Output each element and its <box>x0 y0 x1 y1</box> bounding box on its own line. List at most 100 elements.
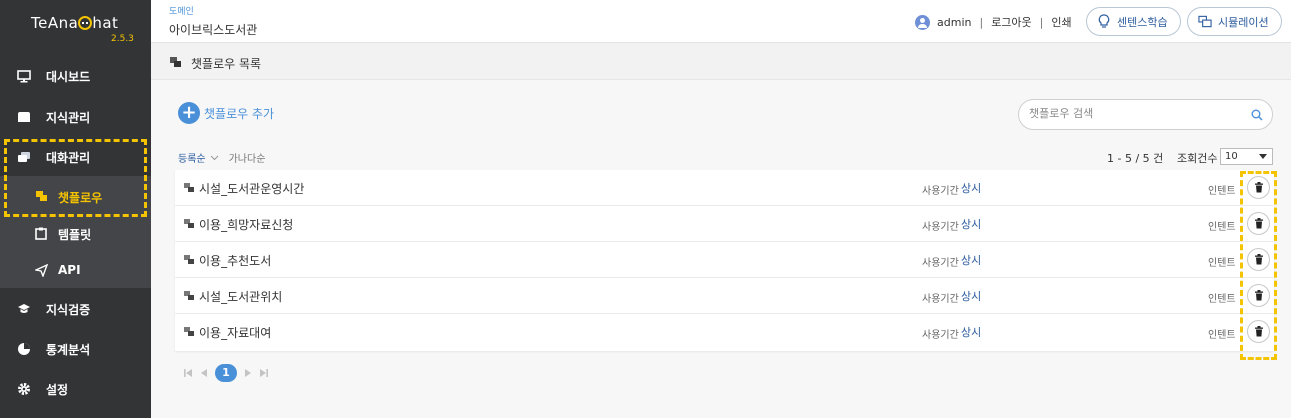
delete-button[interactable] <box>1247 248 1270 271</box>
sidebar-item-label: 설정 <box>46 382 69 397</box>
period-label: 사용기간 <box>922 330 959 341</box>
last-page-icon[interactable] <box>259 368 269 378</box>
graduation-cap-icon <box>17 302 31 316</box>
sentence-learning-button[interactable]: 센텐스학습 <box>1086 7 1181 36</box>
sidebar-item-dashboard[interactable]: 대시보드 <box>0 57 151 95</box>
chatflow-name[interactable]: 시설_도서관위치 <box>199 288 282 305</box>
sidebar-item-knowledge[interactable]: 지식관리 <box>0 98 151 136</box>
intent-label: 인텐트 <box>1208 294 1236 305</box>
simulation-button[interactable]: 시뮬레이션 <box>1187 7 1282 36</box>
period-value: 상시 <box>961 218 982 231</box>
caret-down-icon <box>1259 154 1267 159</box>
page-number-current[interactable]: 1 <box>215 364 237 382</box>
folder-icon <box>17 110 31 124</box>
divider: | <box>1039 15 1044 29</box>
logo-text: TeAna hat <box>31 14 119 32</box>
page-size-select[interactable]: 10 <box>1220 148 1273 165</box>
print-link[interactable]: 인쇄 <box>1051 14 1071 30</box>
divider: | <box>979 15 984 29</box>
lightbulb-icon <box>1097 14 1111 29</box>
period-label: 사용기간 <box>922 186 959 197</box>
table-row[interactable]: 시설_도서관위치 사용기간 상시 인텐트 <box>175 278 1274 314</box>
table-row[interactable]: 이용_추천도서 사용기간 상시 인텐트 <box>175 242 1274 278</box>
domain-selector[interactable]: 아이브릭스도서관 <box>169 21 257 38</box>
sidebar-item-label: 템플릿 <box>58 228 92 242</box>
app-logo[interactable]: TeAna hat 2.5.3 <box>31 14 141 46</box>
search-input[interactable] <box>1029 107 1229 120</box>
trash-icon <box>1255 254 1263 265</box>
table-row[interactable]: 이용_자료대여 사용기간 상시 인텐트 <box>175 314 1274 350</box>
sidebar-item-template[interactable]: 템플릿 <box>0 215 151 252</box>
chatflow-name[interactable]: 이용_자료대여 <box>199 324 271 341</box>
monitor-icon <box>17 69 31 83</box>
intent-label: 인텐트 <box>1208 222 1236 233</box>
sidebar: TeAna hat 2.5.3 대시보드 지식관리 대화관리 챗플로우 템플릿 … <box>0 0 151 418</box>
gear-icon <box>17 382 31 396</box>
send-icon <box>33 263 49 278</box>
next-page-icon[interactable] <box>243 368 253 378</box>
username[interactable]: admin <box>937 16 971 29</box>
period-value: 상시 <box>961 254 982 267</box>
pagination: 1 <box>183 364 275 382</box>
first-page-icon[interactable] <box>183 368 193 378</box>
page-size-label: 조회건수 <box>1177 152 1218 165</box>
flow-icon <box>35 190 49 204</box>
sidebar-item-settings[interactable]: 설정 <box>0 370 151 408</box>
delete-button[interactable] <box>1247 212 1270 235</box>
flow-icon <box>184 219 194 228</box>
chat-bubble-icon <box>78 16 93 30</box>
sort-alphabetical[interactable]: 가나다순 <box>229 150 266 165</box>
sort-registered[interactable]: 등록순 <box>178 150 206 165</box>
trash-icon <box>1255 218 1263 229</box>
chatflow-name[interactable]: 이용_추천도서 <box>199 252 271 269</box>
result-count: 1 - 5 / 5 건 <box>1107 152 1164 165</box>
clipboard-icon <box>35 227 49 241</box>
delete-button[interactable] <box>1247 284 1270 307</box>
sidebar-item-label: 대시보드 <box>46 69 91 84</box>
simulation-label: 시뮬레이션 <box>1218 15 1269 29</box>
search-icon[interactable] <box>1251 109 1263 121</box>
domain-label: 도메인 <box>169 7 194 17</box>
sidebar-item-chatflow[interactable]: 챗플로우 <box>0 178 151 215</box>
prev-page-icon[interactable] <box>199 368 209 378</box>
flow-icon <box>184 327 194 336</box>
delete-button[interactable] <box>1247 176 1270 199</box>
app-version: 2.5.3 <box>111 34 134 44</box>
trash-icon <box>1255 326 1263 337</box>
sidebar-item-statistics[interactable]: 통계분석 <box>0 330 151 368</box>
chatflow-name[interactable]: 이용_희망자료신청 <box>199 216 293 233</box>
table-row[interactable]: 이용_희망자료신청 사용기간 상시 인텐트 <box>175 206 1274 242</box>
flow-icon <box>184 183 194 192</box>
sidebar-item-label: 지식검증 <box>46 302 91 317</box>
windows-icon <box>1198 15 1212 29</box>
chatflow-name[interactable]: 시설_도서관운영시간 <box>199 180 304 197</box>
sidebar-item-api[interactable]: API <box>0 252 151 289</box>
user-area: admin | 로그아웃 | 인쇄 <box>915 14 1072 30</box>
sort-bar: 등록순 가나다순 <box>178 150 265 165</box>
delete-button[interactable] <box>1247 320 1270 343</box>
intent-label: 인텐트 <box>1208 330 1236 341</box>
sidebar-item-label: 챗플로우 <box>58 191 103 205</box>
sidebar-item-label: 통계분석 <box>46 342 91 357</box>
sidebar-item-conversation[interactable]: 대화관리 <box>0 138 151 176</box>
user-icon <box>915 14 930 30</box>
intent-label: 인텐트 <box>1208 258 1236 269</box>
page-title: 챗플로우 목록 <box>191 57 262 71</box>
add-chatflow-button[interactable]: + 챗플로우 추가 <box>178 101 274 125</box>
sidebar-item-label: 대화관리 <box>46 150 91 165</box>
sentence-learning-label: 센텐스학습 <box>1117 15 1168 29</box>
page-title-bar: 챗플로우 목록 <box>151 44 1291 80</box>
sidebar-item-label: API <box>58 263 81 277</box>
flow-icon <box>184 255 194 264</box>
logout-link[interactable]: 로그아웃 <box>991 14 1031 30</box>
sidebar-item-verification[interactable]: 지식검증 <box>0 290 151 328</box>
intent-label: 인텐트 <box>1208 186 1236 197</box>
period-label: 사용기간 <box>922 258 959 269</box>
plus-icon: + <box>178 102 200 124</box>
table-row[interactable]: 시설_도서관운영시간 사용기간 상시 인텐트 <box>175 170 1274 206</box>
page-size-value: 10 <box>1225 151 1238 162</box>
main-content: + 챗플로우 추가 등록순 가나다순 1 - 5 / 5 건 조회건수 10 시… <box>151 80 1291 418</box>
period-value: 상시 <box>961 290 982 303</box>
period-value: 상시 <box>961 182 982 195</box>
flow-icon <box>170 57 181 67</box>
